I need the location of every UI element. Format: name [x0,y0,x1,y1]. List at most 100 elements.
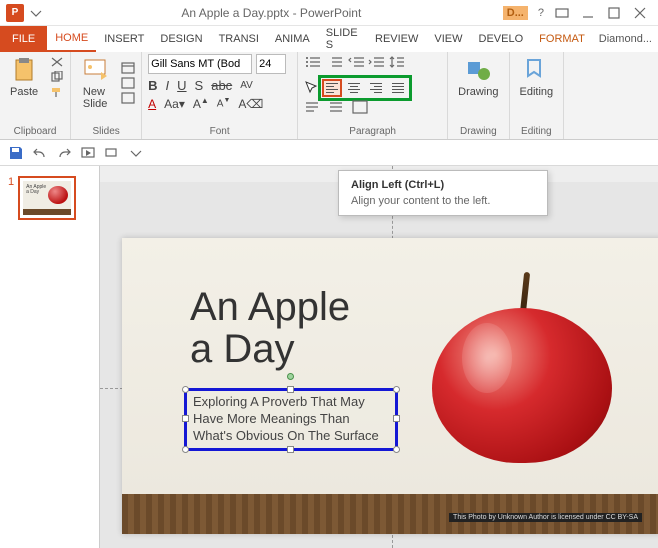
app-icon: P [6,4,24,22]
change-case-button[interactable]: Aa▾ [164,97,185,111]
handle-tr[interactable] [393,386,400,393]
ribbon: Paste Clipboard New Slide Slides [0,52,658,140]
group-slides: New Slide Slides [71,52,142,139]
text-direction-button[interactable] [304,100,320,119]
grow-font-button[interactable]: A▲ [193,96,209,111]
tab-format[interactable]: FORMAT [531,26,593,52]
new-slide-button[interactable]: New Slide [77,54,113,112]
shadow-button[interactable]: S [195,78,204,93]
handle-tm[interactable] [287,386,294,393]
window-title: An Apple a Day.pptx - PowerPoint [50,6,493,20]
help-button[interactable]: ? [538,7,544,19]
thumb-number: 1 [8,176,14,220]
align-text-button[interactable] [328,100,344,119]
slide-title-text[interactable]: An Applea Day [190,286,350,370]
ribbon-options-icon[interactable] [554,5,570,21]
group-editing: Editing Editing [510,52,565,139]
tab-home[interactable]: HOME [47,26,96,52]
group-drawing: Drawing Drawing [448,52,509,139]
tab-file[interactable]: FILE [0,26,47,52]
new-slide-label: New Slide [83,86,107,110]
quick-access: P [0,4,50,22]
handle-rotate[interactable] [287,373,294,380]
font-size-select[interactable] [256,54,286,74]
tab-slideshow[interactable]: SLIDE S [318,26,367,52]
copy-icon[interactable] [50,71,64,83]
qat-dropdown-icon[interactable] [28,5,44,21]
numbering-button[interactable] [326,54,346,75]
quick-access-toolbar [0,140,658,166]
minimize-icon[interactable] [580,5,596,21]
layout-icon[interactable] [121,62,135,74]
paste-button[interactable]: Paste [6,54,42,100]
tooltip-body: Align your content to the left. [351,195,535,207]
editing-button[interactable]: Editing [516,54,558,100]
spacing-button[interactable]: AV [240,80,253,91]
undo-icon[interactable] [32,145,48,161]
drawing-label: Drawing [458,86,498,98]
account-badge[interactable]: D... [503,6,528,20]
paste-label: Paste [10,86,38,98]
user-name[interactable]: Diamond... [593,26,658,52]
font-color-button[interactable]: A [148,97,156,111]
line-spacing-button[interactable] [388,54,406,75]
font-family-select[interactable] [148,54,252,74]
qat-customize-icon[interactable] [128,145,144,161]
format-painter-icon[interactable] [50,86,64,98]
group-label-clipboard: Clipboard [14,126,57,139]
start-from-beginning-icon[interactable] [80,145,96,161]
align-right-button[interactable] [366,79,386,97]
clear-format-button[interactable]: A⌫ [238,97,263,111]
handle-bl[interactable] [182,446,189,453]
subtitle-text: Exploring A Proverb That May Have More M… [193,394,389,445]
increase-indent-button[interactable] [368,54,386,75]
drawing-button[interactable]: Drawing [454,54,502,100]
group-label-editing: Editing [521,126,552,139]
align-justify-button[interactable] [388,79,408,97]
bold-button[interactable]: B [148,78,157,93]
tab-transitions[interactable]: TRANSI [211,26,267,52]
tooltip-title: Align Left (Ctrl+L) [351,179,535,191]
group-label-paragraph: Paragraph [349,126,396,139]
cursor-icon [304,80,320,96]
title-bar: P An Apple a Day.pptx - PowerPoint D... … [0,0,658,26]
image-credit: This Photo by Unknown Author is licensed… [449,513,642,522]
strike-button[interactable]: abc [211,78,232,93]
cut-icon[interactable] [50,56,64,68]
tab-animations[interactable]: ANIMA [267,26,318,52]
ribbon-tabs: FILE HOME INSERT DESIGN TRANSI ANIMA SLI… [0,26,658,52]
save-icon[interactable] [8,145,24,161]
handle-br[interactable] [393,446,400,453]
handle-ml[interactable] [182,415,189,422]
tab-design[interactable]: DESIGN [152,26,210,52]
tab-insert[interactable]: INSERT [96,26,152,52]
bullets-button[interactable] [304,54,324,75]
italic-button[interactable]: I [166,78,170,93]
align-left-button[interactable] [322,79,342,97]
reset-icon[interactable] [121,77,135,89]
restore-icon[interactable] [606,5,622,21]
align-center-button[interactable] [344,79,364,97]
decrease-indent-button[interactable] [348,54,366,75]
section-icon[interactable] [121,92,135,104]
group-paragraph: Paragraph [298,52,448,139]
smartart-button[interactable] [352,100,368,119]
slide-thumbnail-panel: 1 An Applea Day [0,166,100,548]
handle-bm[interactable] [287,446,294,453]
tooltip-align-left: Align Left (Ctrl+L) Align your content t… [338,170,548,216]
apple-image[interactable] [422,268,622,468]
redo-icon[interactable] [56,145,72,161]
tab-review[interactable]: REVIEW [367,26,426,52]
handle-mr[interactable] [393,415,400,422]
qat-more-icon[interactable] [104,145,120,161]
close-icon[interactable] [632,5,648,21]
subtitle-textbox[interactable]: Exploring A Proverb That May Have More M… [184,388,398,451]
slide-canvas[interactable]: An Applea Day Exploring A Proverb That M… [122,238,658,534]
underline-button[interactable]: U [177,78,186,93]
slide-thumbnail-1[interactable]: An Applea Day [18,176,76,220]
group-clipboard: Paste Clipboard [0,52,71,139]
tab-view[interactable]: VIEW [426,26,470,52]
handle-tl[interactable] [182,386,189,393]
shrink-font-button[interactable]: A▼ [217,97,231,109]
tab-developer[interactable]: DEVELO [471,26,532,52]
